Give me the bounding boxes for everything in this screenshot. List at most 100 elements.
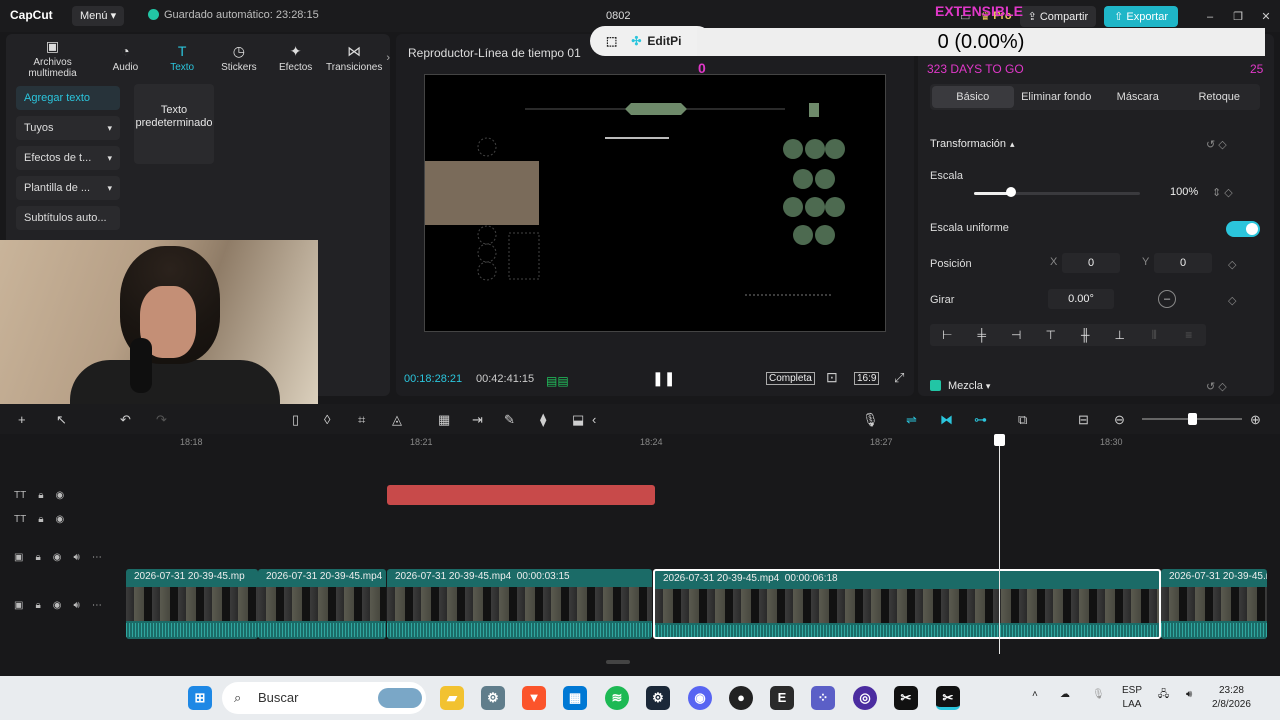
scale-value[interactable]: 100% [1170,186,1198,198]
snap-icon[interactable]: ⧓ [940,412,953,428]
editpip-widget[interactable]: ⬚ ✣ EditPi [590,26,712,56]
default-text-card[interactable]: Texto predeterminado [134,84,214,164]
quality-button[interactable]: Completa [766,372,815,385]
tab-effects[interactable]: ✦ Efectos [269,43,322,73]
preview-canvas[interactable] [424,74,886,332]
apps-grid-icon[interactable]: ⁘ [811,686,835,710]
chain-icon[interactable]: ⊶ [974,412,987,428]
language-indicator[interactable]: ESP LAA [1122,684,1142,712]
volume-icon[interactable]: 🔊︎ [74,552,80,563]
timeline-scrollbar[interactable] [606,660,630,664]
lock-icon[interactable]: 🔒︎ [35,552,40,563]
align-top-icon[interactable]: ⊤ [1034,328,1069,342]
chevron-up-icon[interactable]: ˄ [1032,688,1038,702]
tab-audio[interactable]: ◔ Audio [99,43,152,73]
video-clip[interactable]: 2026-07-31 20-39-45.mp4 00:00:03:15 [387,569,652,639]
sidebar-item-text-effects[interactable]: Efectos de t... ▾ [16,146,120,170]
eye-icon[interactable]: ◉ [53,552,62,563]
maximize-icon[interactable]: ❐ [1224,10,1252,23]
sidebar-item-yours[interactable]: Tuyos ▾ [16,116,120,140]
crop-icon[interactable]: ⌗ [358,412,365,428]
blend-title[interactable]: Mezcla ▾ [948,380,990,392]
link-icon[interactable]: ⇌ [906,412,917,428]
capcut-icon[interactable]: ✂ [894,686,918,710]
magic-icon[interactable]: ✎ [504,412,515,428]
cursor-icon[interactable]: ↖ [56,412,67,428]
scale-slider-knob[interactable] [1005,187,1016,197]
freeze-icon[interactable]: ⬓ [572,412,584,428]
lock-icon[interactable]: 🔒︎ [38,490,43,501]
sidebar-item-templates[interactable]: Plantilla de ... ▾ [16,176,120,200]
lock-icon[interactable]: 🔒︎ [35,600,40,611]
app-circle-icon[interactable]: ◎ [853,686,877,710]
more-icon[interactable]: ⋯ [92,600,102,611]
video-clip[interactable]: 2026-07-31 20-39-45.mp [126,569,258,639]
align-left-icon[interactable]: ⊢ [930,328,965,342]
windows-start-icon[interactable]: ⊞ [188,686,212,710]
tab-transitions[interactable]: ⋈ Transiciones [326,43,382,73]
brave-browser-icon[interactable]: ▼ [522,686,546,710]
network-icon[interactable]: 🖧 [1158,688,1169,702]
zoom-in-icon[interactable]: ⊕ [1250,412,1261,428]
collapse-icon[interactable]: ‹ [592,412,596,427]
menu-button[interactable]: Menú ▾ [72,6,125,26]
undo-icon[interactable]: ↶ [120,412,131,428]
rotate-dial[interactable]: – [1158,290,1176,308]
microphone-tray-icon[interactable]: 🎙︎ [1092,688,1105,702]
playhead-handle[interactable] [994,434,1005,446]
taskbar-search[interactable]: ⌕ Buscar [222,682,426,714]
tab-retouch[interactable]: Retoque [1179,86,1261,108]
stepper-icon[interactable]: ⇕ ◇ [1212,186,1233,199]
video-clip[interactable]: 2026-07-31 20-39-45.mp4 [1161,569,1267,639]
discord-icon[interactable]: ◉ [688,686,712,710]
close-icon[interactable]: ✕ [1252,10,1280,23]
settings-icon[interactable]: ⚙ [481,686,505,710]
aspect-ratio-button[interactable]: 16:9 [854,372,880,385]
spotify-icon[interactable]: ≋ [605,686,629,710]
project-name[interactable]: 0802 [606,10,630,22]
playhead-line[interactable] [999,436,1000,654]
reset-icon[interactable]: ↺ ◇ [1206,380,1227,393]
chevron-right-icon[interactable]: › [386,52,390,64]
tab-media[interactable]: ▣ Archivos multimedia [10,38,95,79]
steam-icon[interactable]: ⚙ [646,686,670,710]
share-button[interactable]: ⇪ Compartir [1019,5,1097,27]
timeline-ruler[interactable]: 18:18 18:21 18:24 18:27 18:30 [126,434,1280,452]
caption-icon[interactable]: ⊟ [1078,412,1089,428]
reset-icon[interactable]: ↺ ◇ [1206,138,1227,151]
volume-icon[interactable]: 🔊︎ [74,600,80,611]
export-button[interactable]: ⇧ Exportar [1104,5,1178,27]
fullscreen-icon[interactable]: ⤢ [894,370,904,386]
text-clip[interactable] [387,485,655,505]
obs-icon[interactable]: ● [729,686,753,710]
focus-icon[interactable]: ⊡ [826,369,838,386]
pos-y-input[interactable]: 0 [1154,253,1212,273]
eye-icon[interactable]: ◉ [56,490,65,501]
speed-icon[interactable]: ◬ [392,412,402,428]
microphone-icon[interactable]: 🎙︎ [862,412,879,428]
minimize-icon[interactable]: – [1196,11,1224,23]
split-icon[interactable]: ⇥ [472,412,483,428]
add-icon[interactable]: + [18,412,26,427]
subtitle-icon[interactable]: ▦ [438,412,450,428]
eye-icon[interactable]: ◉ [53,600,62,611]
tab-mask[interactable]: Máscara [1097,86,1179,108]
more-icon[interactable]: ⋯ [92,552,102,563]
blend-checkbox[interactable] [930,380,941,391]
sidebar-item-auto-captions[interactable]: Subtítulos auto... [16,206,120,230]
align-bottom-icon[interactable]: ⊥ [1103,328,1138,342]
preview-axis-icon[interactable]: ⧉ [1018,412,1027,428]
delete-icon[interactable]: ▯ [292,412,299,428]
capcut-active-icon[interactable]: ✂ [936,686,960,710]
marker-icon[interactable]: ◊ [324,412,330,427]
keyframe-icon[interactable]: ◇ [1228,294,1236,307]
video-clip-selected[interactable]: 2026-07-31 20-39-45.mp4 00:00:06:18 [653,569,1161,639]
tab-stickers[interactable]: ◷ Stickers [213,43,266,73]
mirror-icon[interactable]: ⧫ [540,412,546,428]
align-center-v-icon[interactable]: ╫ [1068,328,1103,342]
cloud-icon[interactable]: ☁ [1060,688,1070,702]
store-icon[interactable]: ▦ [563,686,587,710]
keyframe-icon[interactable]: ◇ [1228,258,1236,271]
volume-tray-icon[interactable]: 🔊︎ [1186,688,1192,702]
eye-icon[interactable]: ◉ [56,514,65,525]
